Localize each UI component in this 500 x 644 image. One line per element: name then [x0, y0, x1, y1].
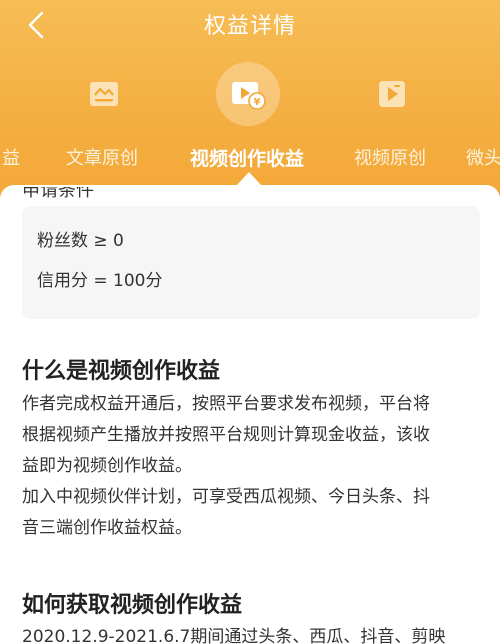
- paragraph-line: 2020.12.9-2021.6.7期间通过头条、西瓜、抖音、剪映: [22, 627, 446, 644]
- article-icon: [80, 70, 128, 118]
- video-yuan-icon: ¥: [216, 62, 280, 126]
- tab-label: 视频原创: [354, 148, 426, 169]
- tab-partial-right[interactable]: 微头: [466, 66, 500, 176]
- section-title-how: 如何获取视频创作收益: [22, 593, 243, 618]
- paragraph-line: 加入中视频伙伴计划，可享受西瓜视频、今日头条、抖: [22, 487, 430, 507]
- page-title: 权益详情: [203, 14, 296, 39]
- paragraph-line: 益即为视频创作收益。: [22, 456, 192, 476]
- video-play-icon: [368, 70, 416, 118]
- svg-text:¥: ¥: [254, 97, 261, 108]
- paragraph-line: 音三端创作收益权益。: [22, 518, 192, 538]
- tab-label: 微头: [466, 148, 500, 169]
- condition-fans: 粉丝数 ≥ 0: [37, 231, 124, 251]
- condition-credit: 信用分 = 100分: [37, 271, 163, 291]
- tab-label: 视频创作收益: [190, 148, 305, 170]
- conditions-box: 粉丝数 ≥ 0 信用分 = 100分: [22, 206, 480, 319]
- paragraph-line: 作者完成权益开通后，按照平台要求发布视频，平台将: [22, 394, 430, 414]
- content-card: 申请条件 粉丝数 ≥ 0 信用分 = 100分 什么是视频创作收益 作者完成权益…: [0, 185, 500, 644]
- section-body-what: 作者完成权益开通后，按照平台要求发布视频，平台将 根据视频产生播放并按照平台规则…: [22, 389, 482, 544]
- tab-label: 益: [2, 148, 20, 169]
- paragraph-line: 根据视频产生播放并按照平台规则计算现金收益，该收: [22, 425, 430, 445]
- tab-label: 文章原创: [66, 148, 138, 169]
- section-body-how: 2020.12.9-2021.6.7期间通过头条、西瓜、抖音、剪映: [22, 622, 482, 644]
- active-tab-pointer: [236, 172, 262, 186]
- section-title-what: 什么是视频创作收益: [22, 359, 221, 384]
- partial-heading: 申请条件: [22, 187, 94, 199]
